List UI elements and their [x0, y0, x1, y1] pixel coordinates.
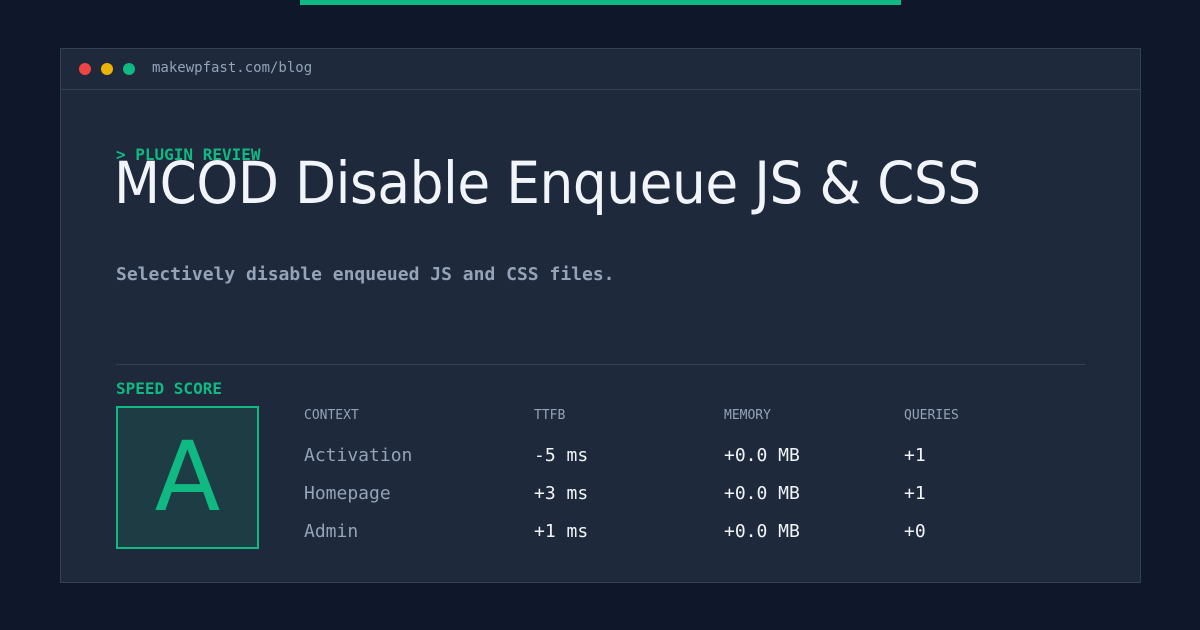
row-ttfb: +1 ms	[534, 521, 589, 542]
page-subtitle: Selectively disable enqueued JS and CSS …	[116, 264, 615, 285]
column-header-ttfb: TTFB	[534, 408, 566, 423]
row-memory: +0.0 MB	[724, 445, 800, 466]
row-ttfb: +3 ms	[534, 483, 589, 504]
row-queries: +0	[904, 521, 926, 542]
address-url: makewpfast.com/blog	[152, 60, 313, 76]
row-queries: +1	[904, 483, 926, 504]
row-memory: +0.0 MB	[724, 521, 800, 542]
column-header-memory: MEMORY	[724, 408, 771, 423]
column-header-context: CONTEXT	[304, 408, 359, 423]
window-titlebar: makewpfast.com/blog	[61, 49, 1140, 90]
speed-score-label: SPEED SCORE	[116, 379, 222, 398]
browser-window: makewpfast.com/blog > PLUGIN REVIEW MCOD…	[60, 48, 1141, 583]
row-context: Homepage	[304, 483, 391, 504]
column-header-queries: QUERIES	[904, 408, 959, 423]
row-context: Admin	[304, 521, 359, 542]
row-queries: +1	[904, 445, 926, 466]
row-memory: +0.0 MB	[724, 483, 800, 504]
top-accent-bar	[300, 0, 901, 5]
close-dot-icon	[79, 63, 91, 75]
minimize-dot-icon	[101, 63, 113, 75]
page-title: MCOD Disable Enqueue JS & CSS	[114, 149, 981, 217]
maximize-dot-icon	[123, 63, 135, 75]
section-divider	[116, 364, 1085, 365]
speed-grade-badge: A	[116, 406, 259, 549]
row-context: Activation	[304, 445, 413, 466]
row-ttfb: -5 ms	[534, 445, 589, 466]
speed-grade-letter: A	[154, 421, 221, 533]
